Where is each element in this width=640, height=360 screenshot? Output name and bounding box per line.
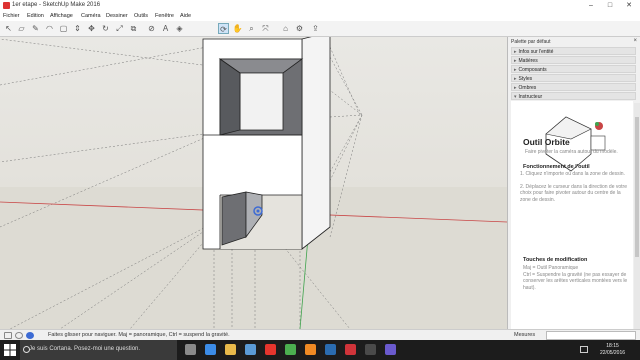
notification-icon[interactable]: [580, 346, 588, 353]
menu-dessiner[interactable]: Dessiner: [106, 12, 128, 21]
terminal-icon[interactable]: [365, 344, 376, 355]
tape-measure-icon[interactable]: ⊘: [146, 23, 157, 34]
expand-arrow-icon: ▸: [514, 67, 517, 73]
tray-title: Palette par défaut: [511, 39, 551, 45]
edge-browser-icon[interactable]: [205, 344, 216, 355]
tool-description: Faire pivoter la caméra autour du modèle…: [525, 149, 618, 155]
app-icon[interactable]: [325, 344, 336, 355]
expand-arrow-icon: ▸: [514, 76, 517, 82]
modifier-keys-heading: Touches de modification: [523, 257, 588, 263]
opera-icon[interactable]: [265, 344, 276, 355]
windows-start-icon[interactable]: [4, 344, 16, 356]
tray-section-shadows[interactable]: ▸ Ombres: [511, 83, 636, 91]
status-bar: Faites glisser pour naviguer. Maj = pano…: [0, 329, 640, 340]
tray-section-instructor[interactable]: ▾ Instructeur: [511, 92, 636, 100]
measures-label: Mesures: [514, 332, 536, 338]
cortana-placeholder: Je suis Cortana. Posez-moi une question.: [29, 346, 141, 352]
offset-icon[interactable]: ⧉: [128, 23, 139, 34]
title-bar: 1er etape - SketchUp Make 2016 – □ ✕: [0, 0, 640, 12]
default-tray: Palette par défaut × ▸ Infos sur l'entité…: [507, 37, 640, 329]
pencil-line-icon[interactable]: ✎: [30, 23, 41, 34]
menu-edition[interactable]: Edition: [27, 12, 44, 21]
maximize-button[interactable]: □: [603, 1, 617, 11]
zoom-icon[interactable]: ⌕: [246, 23, 257, 34]
sketchup-logo-icon: [3, 2, 10, 9]
move-icon[interactable]: ✥: [86, 23, 97, 34]
function-heading: Fonctionnement de l'outil: [523, 164, 590, 170]
expand-arrow-icon: ▸: [514, 49, 517, 55]
store-icon[interactable]: [245, 344, 256, 355]
main-toolbar: ↖ ▱ ✎ ◠ ▢ ⇕ ✥ ↻ ⤢ ⧉ ⊘ A ◈ ⟳ ✋ ⌕ ⤧ ⌂ ⚙ ⇪: [0, 21, 640, 37]
status-text: Faites glisser pour naviguer. Maj = pano…: [48, 332, 230, 338]
zoom-extents-icon[interactable]: ⤧: [260, 23, 271, 34]
minimize-button[interactable]: –: [584, 1, 598, 11]
file-explorer-icon[interactable]: [225, 344, 236, 355]
push-pull-icon[interactable]: ⇕: [72, 23, 83, 34]
expand-arrow-icon: ▸: [514, 58, 517, 64]
tray-section-styles[interactable]: ▸ Styles: [511, 74, 636, 82]
rotate-icon[interactable]: ↻: [100, 23, 111, 34]
frame-model: [202, 37, 331, 250]
collapse-arrow-icon: ▾: [514, 94, 517, 100]
warehouse-icon[interactable]: ⌂: [280, 23, 291, 34]
menu-outils[interactable]: Outils: [134, 12, 148, 21]
tray-section-entity-info[interactable]: ▸ Infos sur l'entité: [511, 47, 636, 55]
arrow-select-icon[interactable]: ↖: [3, 23, 14, 34]
arc-icon[interactable]: ◠: [44, 23, 55, 34]
share-model-icon[interactable]: ⇪: [310, 23, 321, 34]
shape-icon[interactable]: ▢: [58, 23, 69, 34]
function-step-1: 1. Cliquez n'importe où dans la zone de …: [520, 171, 625, 177]
geolocation-icon[interactable]: [4, 332, 12, 339]
windows-taskbar: Je suis Cortana. Posez-moi une question.…: [0, 340, 640, 360]
photos-icon[interactable]: [385, 344, 396, 355]
menu-aide[interactable]: Aide: [180, 12, 191, 21]
clock-date: 22/05/2016: [600, 350, 626, 356]
measures-input[interactable]: [546, 331, 636, 340]
window-title: 1er etape - SketchUp Make 2016: [12, 2, 101, 8]
help-icon[interactable]: [26, 332, 34, 339]
text-icon[interactable]: A: [160, 23, 171, 34]
clock-time: 18:15: [606, 343, 619, 349]
chrome-icon[interactable]: [285, 344, 296, 355]
function-step-2: 2. Déplacez le curseur dans la direction…: [520, 184, 628, 203]
tray-section-materials[interactable]: ▸ Matières: [511, 56, 636, 64]
close-button[interactable]: ✕: [622, 1, 636, 11]
drawing-area[interactable]: [0, 37, 507, 329]
menu-camera[interactable]: Caméra: [81, 12, 101, 21]
eraser-icon[interactable]: ▱: [16, 23, 27, 34]
paint-bucket-icon[interactable]: ◈: [174, 23, 185, 34]
tool-title: Outil Orbite: [523, 137, 570, 147]
taskbar-clock[interactable]: 18:15 22/05/2016: [600, 343, 625, 357]
model-scene[interactable]: [0, 37, 507, 329]
modifier-key-2: Ctrl = Suspendre la gravité (ne pas essa…: [523, 272, 628, 291]
scale-icon[interactable]: ⤢: [114, 23, 125, 34]
extension-warehouse-icon[interactable]: ⚙: [294, 23, 305, 34]
tray-close-button[interactable]: ×: [633, 38, 637, 44]
orbit-icon[interactable]: ⟳: [218, 23, 229, 34]
tray-scrollbar-thumb[interactable]: [635, 117, 639, 257]
tray-section-components[interactable]: ▸ Composants: [511, 65, 636, 73]
menu-bar: Fichier Edition Affichage Caméra Dessine…: [0, 12, 640, 21]
menu-fichier[interactable]: Fichier: [3, 12, 20, 21]
task-view-icon[interactable]: [185, 344, 196, 355]
menu-fenetre[interactable]: Fenêtre: [155, 12, 174, 21]
expand-arrow-icon: ▸: [514, 85, 517, 91]
vlc-icon[interactable]: [305, 344, 316, 355]
credits-icon[interactable]: [15, 332, 23, 339]
sketchup-icon[interactable]: [345, 344, 356, 355]
menu-affichage[interactable]: Affichage: [50, 12, 73, 21]
modifier-key-1: Maj = Outil Panoramique: [523, 265, 579, 271]
pan-icon[interactable]: ✋: [232, 23, 243, 34]
